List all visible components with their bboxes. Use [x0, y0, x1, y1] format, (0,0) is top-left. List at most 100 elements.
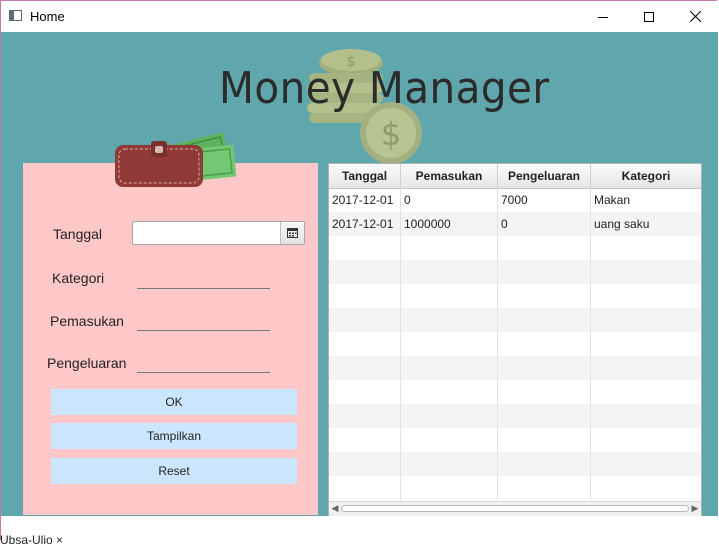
- app-heading: Money Manager: [219, 63, 550, 114]
- table-cell: 1000000: [401, 212, 498, 236]
- window-bottom-edge: [1, 516, 718, 541]
- column-header-pengeluaran[interactable]: Pengeluaran: [498, 164, 591, 188]
- maximize-button[interactable]: [626, 1, 672, 32]
- table-cell: [401, 260, 498, 284]
- table-cell: [401, 428, 498, 452]
- minimize-icon: [598, 16, 608, 18]
- table-cell: Makan: [594, 193, 631, 207]
- tanggal-input[interactable]: [133, 222, 281, 244]
- table-cell: [498, 332, 591, 356]
- table-cell: [498, 356, 591, 380]
- column-header-pemasukan[interactable]: Pemasukan: [401, 164, 498, 188]
- table-row[interactable]: 2017-12-01 1000000 0 uang saku: [329, 212, 701, 236]
- table-cell: [498, 284, 591, 308]
- table-cell: [329, 476, 401, 500]
- title-bar[interactable]: Home: [1, 1, 718, 32]
- tanggal-date-picker[interactable]: [132, 221, 305, 245]
- transactions-table[interactable]: Tanggal Pemasukan Pengeluaran Kategori 2…: [328, 163, 702, 517]
- table-cell: [591, 284, 701, 308]
- table-cell: [401, 236, 498, 260]
- table-cell: [498, 428, 591, 452]
- pengeluaran-input[interactable]: [137, 352, 270, 372]
- column-header-kategori[interactable]: Kategori: [591, 164, 701, 188]
- table-row[interactable]: [329, 428, 701, 452]
- taskbar-tab[interactable]: Ubsa-Ulio ×: [0, 533, 63, 547]
- table-row[interactable]: [329, 236, 701, 260]
- table-cell: [498, 452, 591, 476]
- table-row[interactable]: [329, 380, 701, 404]
- table-cell: [401, 308, 498, 332]
- table-cell: 0: [498, 212, 591, 236]
- table-cell: 2017-12-01: [329, 188, 401, 212]
- table-row[interactable]: [329, 332, 701, 356]
- column-header-tanggal[interactable]: Tanggal: [329, 164, 401, 188]
- window-title: Home: [30, 9, 65, 24]
- table-cell: [591, 476, 701, 500]
- table-cell: [401, 380, 498, 404]
- pemasukan-label: Pemasukan: [50, 313, 124, 329]
- table-cell: [591, 332, 701, 356]
- calendar-button[interactable]: [280, 222, 304, 244]
- table-cell: 7000: [498, 188, 591, 212]
- table-cell: [591, 404, 701, 428]
- pengeluaran-field[interactable]: [137, 352, 270, 373]
- scroll-left-icon[interactable]: ◀: [329, 502, 341, 515]
- pengeluaran-label: Pengeluaran: [47, 355, 127, 371]
- table-cell: [498, 260, 591, 284]
- table-row[interactable]: [329, 308, 701, 332]
- table-cell: uang saku: [594, 217, 650, 231]
- table-cell: [498, 236, 591, 260]
- minimize-button[interactable]: [580, 1, 626, 32]
- table-row[interactable]: [329, 452, 701, 476]
- pemasukan-field[interactable]: [137, 310, 270, 331]
- table-row[interactable]: [329, 260, 701, 284]
- tanggal-label: Tanggal: [53, 226, 103, 242]
- ok-button[interactable]: OK: [51, 389, 297, 415]
- table-row[interactable]: [329, 356, 701, 380]
- table-row[interactable]: [329, 284, 701, 308]
- table-cell: [591, 356, 701, 380]
- scrollbar-thumb[interactable]: [341, 505, 689, 512]
- table-cell: [329, 332, 401, 356]
- table-header: Tanggal Pemasukan Pengeluaran Kategori: [329, 164, 701, 189]
- kategori-input[interactable]: [137, 268, 270, 288]
- table-cell: [498, 476, 591, 500]
- wallet-icon: [115, 132, 237, 187]
- horizontal-scrollbar[interactable]: ◀ ▶: [329, 501, 701, 516]
- table-cell: [498, 380, 591, 404]
- table-row[interactable]: [329, 404, 701, 428]
- table-cell: [401, 404, 498, 428]
- svg-text:$: $: [381, 115, 401, 153]
- tampilkan-button[interactable]: Tampilkan: [51, 423, 297, 449]
- app-window: Home $ $ Money Manager Tanggal Kategori …: [0, 0, 718, 541]
- table-row[interactable]: [329, 476, 701, 500]
- reset-button[interactable]: Reset: [51, 458, 297, 484]
- table-cell: [329, 260, 401, 284]
- table-cell: [401, 284, 498, 308]
- table-cell: [591, 236, 701, 260]
- table-cell: [329, 452, 401, 476]
- table-cell: [329, 428, 401, 452]
- close-button[interactable]: [672, 1, 718, 32]
- app-icon: [9, 10, 22, 21]
- table-cell: [591, 308, 701, 332]
- close-icon: [689, 11, 701, 22]
- maximize-icon: [644, 11, 654, 22]
- table-cell: [329, 308, 401, 332]
- table-cell: [329, 380, 401, 404]
- table-cell: [498, 308, 591, 332]
- table-cell: [329, 404, 401, 428]
- scroll-right-icon[interactable]: ▶: [689, 502, 701, 515]
- table-cell: [591, 452, 701, 476]
- pemasukan-input[interactable]: [137, 310, 270, 330]
- table-cell: 2017-12-01: [329, 212, 401, 236]
- kategori-field[interactable]: [137, 268, 270, 289]
- table-cell: [498, 404, 591, 428]
- table-row[interactable]: 2017-12-01 0 7000 Makan: [329, 188, 701, 212]
- table-cell: [591, 428, 701, 452]
- table-cell: [591, 260, 701, 284]
- calendar-icon: [287, 228, 298, 238]
- table-cell: [401, 476, 498, 500]
- table-cell: [329, 236, 401, 260]
- table-cell: [591, 380, 701, 404]
